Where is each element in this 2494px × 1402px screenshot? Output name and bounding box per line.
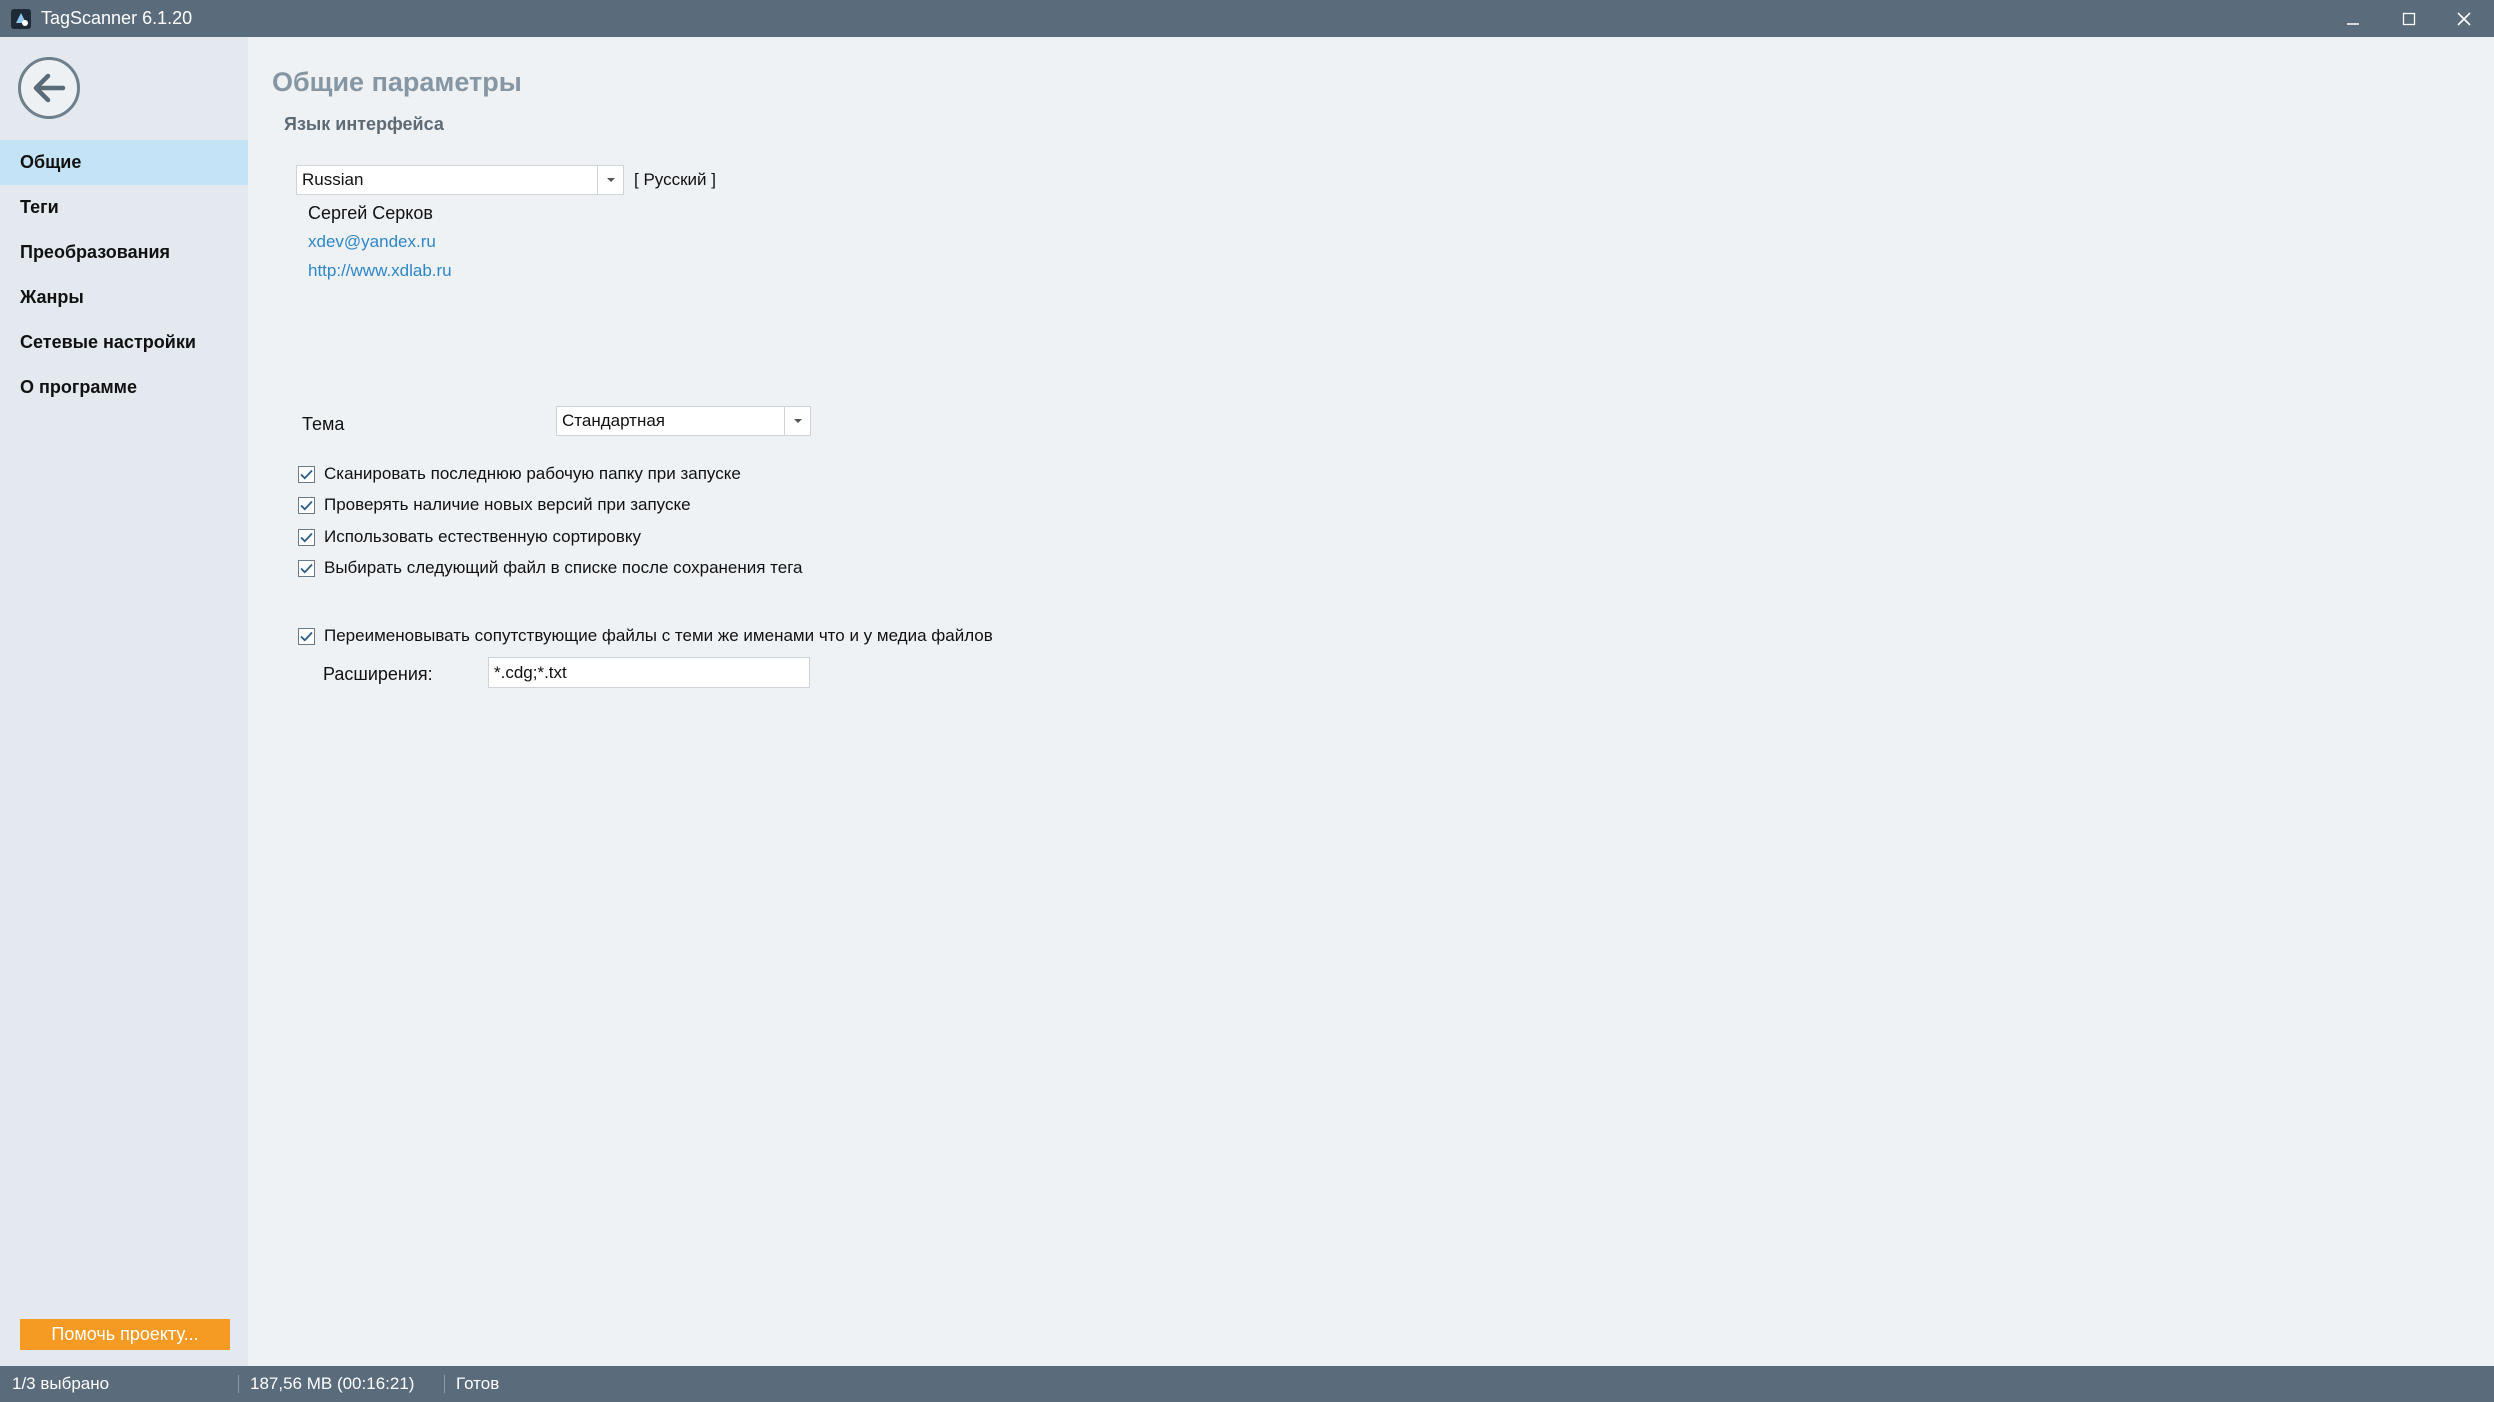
option-label: Использовать естественную сортировку: [324, 527, 642, 546]
option-label: Выбирать следующий файл в списке после с…: [324, 558, 803, 577]
status-divider: [238, 1375, 239, 1393]
language-select[interactable]: Russian: [296, 165, 624, 195]
close-icon: [2457, 11, 2471, 26]
checkmark-icon: [300, 469, 313, 479]
sidebar-item-network[interactable]: Сетевые настройки: [0, 320, 248, 365]
theme-label: Тема: [302, 414, 345, 434]
option-scan-last-folder[interactable]: Сканировать последнюю рабочую папку при …: [298, 462, 741, 486]
back-button[interactable]: [18, 57, 80, 119]
maximize-icon: [2402, 12, 2416, 25]
status-bar: 1/3 выбрано 187,56 MB (00:16:21) Готов: [0, 1366, 2494, 1402]
language-native-name: [ Русский ]: [634, 170, 716, 189]
sidebar-item-conversions[interactable]: Преобразования: [0, 230, 248, 275]
option-natural-sort[interactable]: Использовать естественную сортировку: [298, 525, 641, 549]
checkbox[interactable]: [298, 465, 315, 483]
minimize-button[interactable]: [2325, 0, 2381, 37]
checkmark-icon: [300, 631, 313, 641]
translator-site-link[interactable]: http://www.xdlab.ru: [308, 261, 452, 281]
page-title: Общие параметры: [272, 67, 522, 97]
option-label: Проверять наличие новых версий при запус…: [324, 495, 691, 514]
minimize-icon: [2347, 22, 2359, 25]
sidebar: Общие Теги Преобразования Жанры Сетевые …: [0, 37, 248, 1366]
settings-nav: Общие Теги Преобразования Жанры Сетевые …: [0, 140, 248, 410]
sidebar-item-tags[interactable]: Теги: [0, 185, 248, 230]
theme-select-value: Стандартная: [562, 411, 666, 430]
checkbox[interactable]: [298, 496, 315, 514]
theme-select[interactable]: Стандартная: [556, 406, 811, 436]
option-label: Переименовывать сопутствующие файлы с те…: [324, 626, 993, 645]
checkbox[interactable]: [298, 528, 315, 546]
chevron-down-icon: [597, 166, 623, 194]
extensions-input[interactable]: *.cdg;*.txt: [488, 657, 810, 688]
extensions-label: Расширения:: [323, 664, 433, 684]
checkbox[interactable]: [298, 559, 315, 577]
language-section-label: Язык интерфейса: [284, 114, 444, 134]
checkmark-icon: [300, 563, 313, 573]
arrow-left-icon: [33, 73, 66, 103]
maximize-button[interactable]: [2381, 0, 2437, 37]
sidebar-item-about[interactable]: О программе: [0, 365, 248, 410]
translator-name: Сергей Серков: [308, 203, 433, 223]
status-state: Готов: [456, 1374, 500, 1393]
checkmark-icon: [300, 532, 313, 542]
app-logo-icon: [10, 8, 32, 30]
sidebar-item-general[interactable]: Общие: [0, 140, 248, 185]
window-title: TagScanner 6.1.20: [41, 8, 193, 28]
help-project-button[interactable]: Помочь проекту...: [20, 1319, 230, 1350]
sidebar-item-genres[interactable]: Жанры: [0, 275, 248, 320]
title-bar: TagScanner 6.1.20: [0, 0, 2494, 37]
status-size: 187,56 MB (00:16:21): [250, 1374, 415, 1393]
settings-panel: Общие параметры Язык интерфейса Russian …: [248, 37, 2494, 1366]
option-check-updates[interactable]: Проверять наличие новых версий при запус…: [298, 493, 691, 517]
language-select-value: Russian: [302, 170, 364, 189]
chevron-down-icon: [784, 407, 810, 435]
option-label: Сканировать последнюю рабочую папку при …: [324, 464, 741, 483]
option-select-next-file[interactable]: Выбирать следующий файл в списке после с…: [298, 556, 803, 580]
checkbox[interactable]: [298, 627, 315, 645]
close-button[interactable]: [2436, 0, 2492, 37]
checkmark-icon: [300, 500, 313, 510]
status-selection: 1/3 выбрано: [12, 1374, 110, 1393]
translator-email-link[interactable]: xdev@yandex.ru: [308, 232, 436, 252]
option-rename-companion-files[interactable]: Переименовывать сопутствующие файлы с те…: [298, 624, 993, 648]
status-divider: [444, 1375, 445, 1393]
